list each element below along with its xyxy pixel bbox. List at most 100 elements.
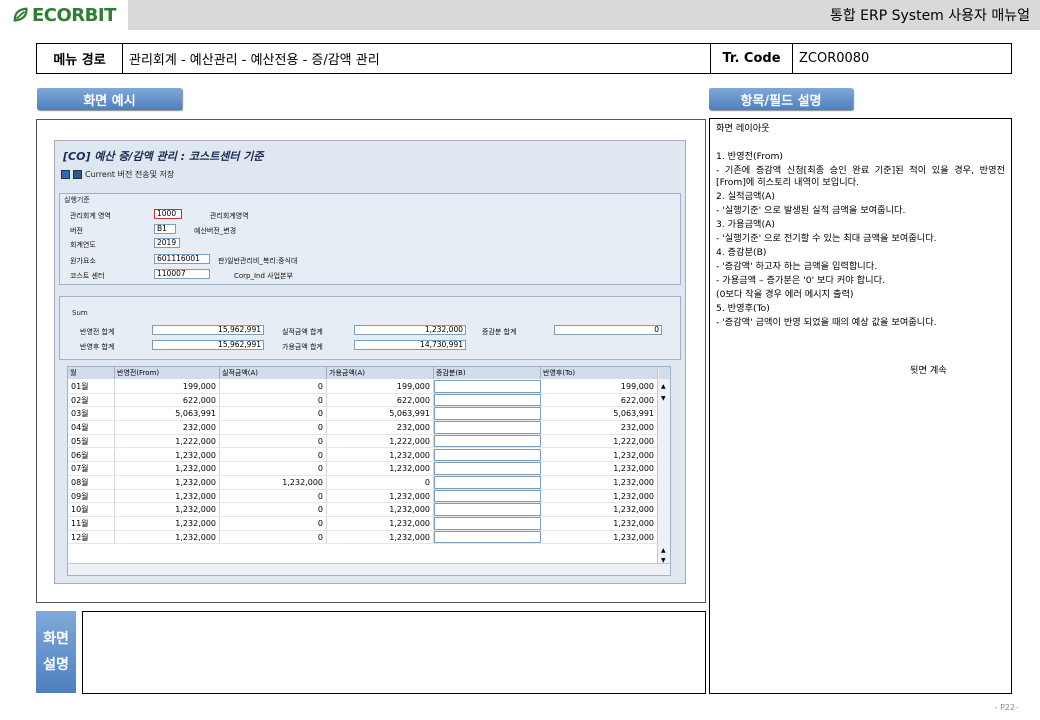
table-settings-icon[interactable] bbox=[659, 367, 670, 379]
field-label: 코스트 센터 bbox=[70, 272, 105, 280]
col-header[interactable]: 실적금액(A) bbox=[220, 367, 327, 379]
continued-note: 뒷면 계속 bbox=[910, 365, 947, 376]
change-input-cell[interactable] bbox=[434, 434, 541, 448]
field-description-panel: 화면 레이아웃 1. 반영전(From) - 기존에 증감액 신청[최종 승인 … bbox=[709, 118, 1012, 694]
table-cell: 04월 bbox=[68, 421, 115, 434]
table-cell: 5,063,991 bbox=[327, 407, 434, 421]
field-desc: 관리회계영역 bbox=[210, 212, 249, 220]
table-row[interactable]: 11월 1,232,000 0 1,232,000 1,232,000 bbox=[68, 517, 658, 531]
table-cell: 0 bbox=[220, 380, 327, 393]
table-row[interactable]: 01월 199,000 0 199,000 199,000 bbox=[68, 380, 658, 394]
table-cell: 5,063,991 bbox=[115, 407, 220, 421]
logo-text: ECORBIT bbox=[32, 4, 116, 26]
scroll-up-icon[interactable]: ▲ bbox=[661, 383, 666, 390]
version-input[interactable]: B1 bbox=[154, 224, 176, 234]
table-cell: 02월 bbox=[68, 393, 115, 407]
toolbar-label[interactable]: Current 버전 전송및 저장 bbox=[85, 169, 174, 180]
col-header[interactable]: 반영전(From) bbox=[115, 367, 220, 379]
vertical-scrollbar[interactable]: ▲ ▼ ▲ ▼ bbox=[657, 367, 670, 575]
cost-center-input[interactable]: 110007 bbox=[154, 269, 210, 279]
table-row[interactable]: 03월 5,063,991 0 5,063,991 5,063,991 bbox=[68, 407, 658, 422]
table-cell: 1,222,000 bbox=[115, 434, 220, 448]
table-cell: 1,232,000 bbox=[541, 489, 658, 503]
col-header[interactable]: 증감분(B) bbox=[434, 367, 541, 379]
table-row[interactable]: 04월 232,000 0 232,000 232,000 bbox=[68, 421, 658, 435]
table-cell: 199,000 bbox=[541, 380, 658, 393]
table-cell: 1,232,000 bbox=[115, 503, 220, 516]
desc-line: 2. 실적금액(A) bbox=[716, 191, 775, 202]
horizontal-scrollbar[interactable] bbox=[68, 563, 670, 575]
change-input-cell[interactable] bbox=[434, 489, 541, 503]
col-header[interactable]: 반영후(To) bbox=[541, 367, 658, 379]
table-cell: 199,000 bbox=[115, 380, 220, 393]
table-cell: 232,000 bbox=[327, 421, 434, 434]
table-cell: 1,232,000 bbox=[220, 475, 327, 489]
table-row[interactable]: 02월 622,000 0 622,000 622,000 bbox=[68, 393, 658, 408]
change-input-cell[interactable] bbox=[434, 530, 541, 544]
table-cell: 1,232,000 bbox=[327, 489, 434, 503]
table-cell: 1,232,000 bbox=[327, 448, 434, 462]
table-cell: 1,232,000 bbox=[541, 462, 658, 475]
ecorbit-logo-icon bbox=[13, 7, 28, 22]
change-input-cell[interactable] bbox=[434, 475, 541, 489]
desc-line: - '증감액' 금액이 반영 되었을 때의 예상 값을 보여줍니다. bbox=[716, 317, 937, 328]
table-row[interactable]: 12월 1,232,000 0 1,232,000 1,232,000 bbox=[68, 530, 658, 545]
table-cell: 1,232,000 bbox=[327, 530, 434, 544]
budget-table: 월 반영전(From) 실적금액(A) 가용금액(A) 증감분(B) 반영후(T… bbox=[67, 366, 671, 576]
field-desc: 예산버전_변경 bbox=[194, 227, 237, 235]
scroll-up-icon[interactable]: ▲ bbox=[661, 547, 666, 554]
sum-avail-value: 14,730,991 bbox=[354, 340, 466, 350]
controlling-area-input[interactable]: 1000 bbox=[154, 209, 182, 219]
field-desc-label: 항목/필드 설명 bbox=[709, 88, 853, 110]
sum-before-label: 반영전 합계 bbox=[80, 328, 115, 336]
table-cell: 5,063,991 bbox=[541, 407, 658, 421]
change-input-cell[interactable] bbox=[434, 462, 541, 475]
table-cell: 1,232,000 bbox=[115, 517, 220, 530]
table-cell: 11월 bbox=[68, 517, 115, 530]
table-cell: 622,000 bbox=[115, 393, 220, 407]
col-header[interactable]: 가용금액(A) bbox=[327, 367, 434, 379]
tr-code-value: ZCOR0080 bbox=[799, 51, 870, 66]
change-input-cell[interactable] bbox=[434, 407, 541, 421]
table-cell: 1,232,000 bbox=[541, 517, 658, 530]
table-cell: 01월 bbox=[68, 380, 115, 393]
change-input-cell[interactable] bbox=[434, 421, 541, 434]
table-row[interactable]: 09월 1,232,000 0 1,232,000 1,232,000 bbox=[68, 489, 658, 504]
desc-line: - '실행기준' 으로 발생된 실적 금액을 보여줍니다. bbox=[716, 205, 906, 216]
sap-title: [CO] 예산 증/감액 관리 : 코스트센터 기준 bbox=[63, 150, 264, 163]
table-cell: 1,232,000 bbox=[541, 448, 658, 462]
table-cell: 1,232,000 bbox=[327, 462, 434, 475]
change-input-cell[interactable] bbox=[434, 503, 541, 516]
col-header[interactable]: 월 bbox=[68, 367, 115, 379]
table-cell: 0 bbox=[220, 421, 327, 434]
menu-path-bar: 메뉴 경로 관리회계 - 예산관리 - 예산전용 - 증/감액 관리 Tr. C… bbox=[36, 43, 1012, 74]
table-cell: 10월 bbox=[68, 503, 115, 516]
tr-code-label: Tr. Code bbox=[711, 44, 793, 73]
cost-element-input[interactable]: 601116001 bbox=[154, 254, 210, 264]
info-icon[interactable] bbox=[61, 170, 70, 179]
table-cell: 1,232,000 bbox=[541, 503, 658, 516]
change-input-cell[interactable] bbox=[434, 517, 541, 530]
table-cell: 1,222,000 bbox=[541, 434, 658, 448]
page-number: - P22- bbox=[994, 703, 1018, 712]
scroll-down-icon[interactable]: ▼ bbox=[661, 395, 666, 402]
table-row[interactable]: 06월 1,232,000 0 1,232,000 1,232,000 bbox=[68, 448, 658, 463]
change-input-cell[interactable] bbox=[434, 448, 541, 462]
table-row[interactable]: 10월 1,232,000 0 1,232,000 1,232,000 bbox=[68, 503, 658, 517]
save-icon[interactable] bbox=[73, 170, 82, 179]
table-cell: 1,222,000 bbox=[327, 434, 434, 448]
change-input-cell[interactable] bbox=[434, 393, 541, 407]
table-cell: 06월 bbox=[68, 448, 115, 462]
table-row[interactable]: 05월 1,222,000 0 1,222,000 1,222,000 bbox=[68, 434, 658, 449]
fiscal-year-input[interactable]: 2019 bbox=[154, 238, 180, 248]
desc-line: - '실행기준' 으로 전기할 수 있는 최대 금액을 보여줍니다. bbox=[716, 233, 937, 244]
table-cell: 622,000 bbox=[541, 393, 658, 407]
table-cell: 1,232,000 bbox=[327, 517, 434, 530]
screen-desc-box bbox=[82, 611, 706, 694]
change-input-cell[interactable] bbox=[434, 380, 541, 393]
desc-line: - 가용금액 – 증가분은 '0' 보다 커야 합니다. bbox=[716, 275, 885, 286]
screen-desc-label: 화면 설명 bbox=[36, 611, 76, 693]
table-cell: 0 bbox=[327, 475, 434, 489]
table-row[interactable]: 07월 1,232,000 0 1,232,000 1,232,000 bbox=[68, 462, 658, 476]
table-row[interactable]: 08월 1,232,000 1,232,000 0 1,232,000 bbox=[68, 475, 658, 490]
